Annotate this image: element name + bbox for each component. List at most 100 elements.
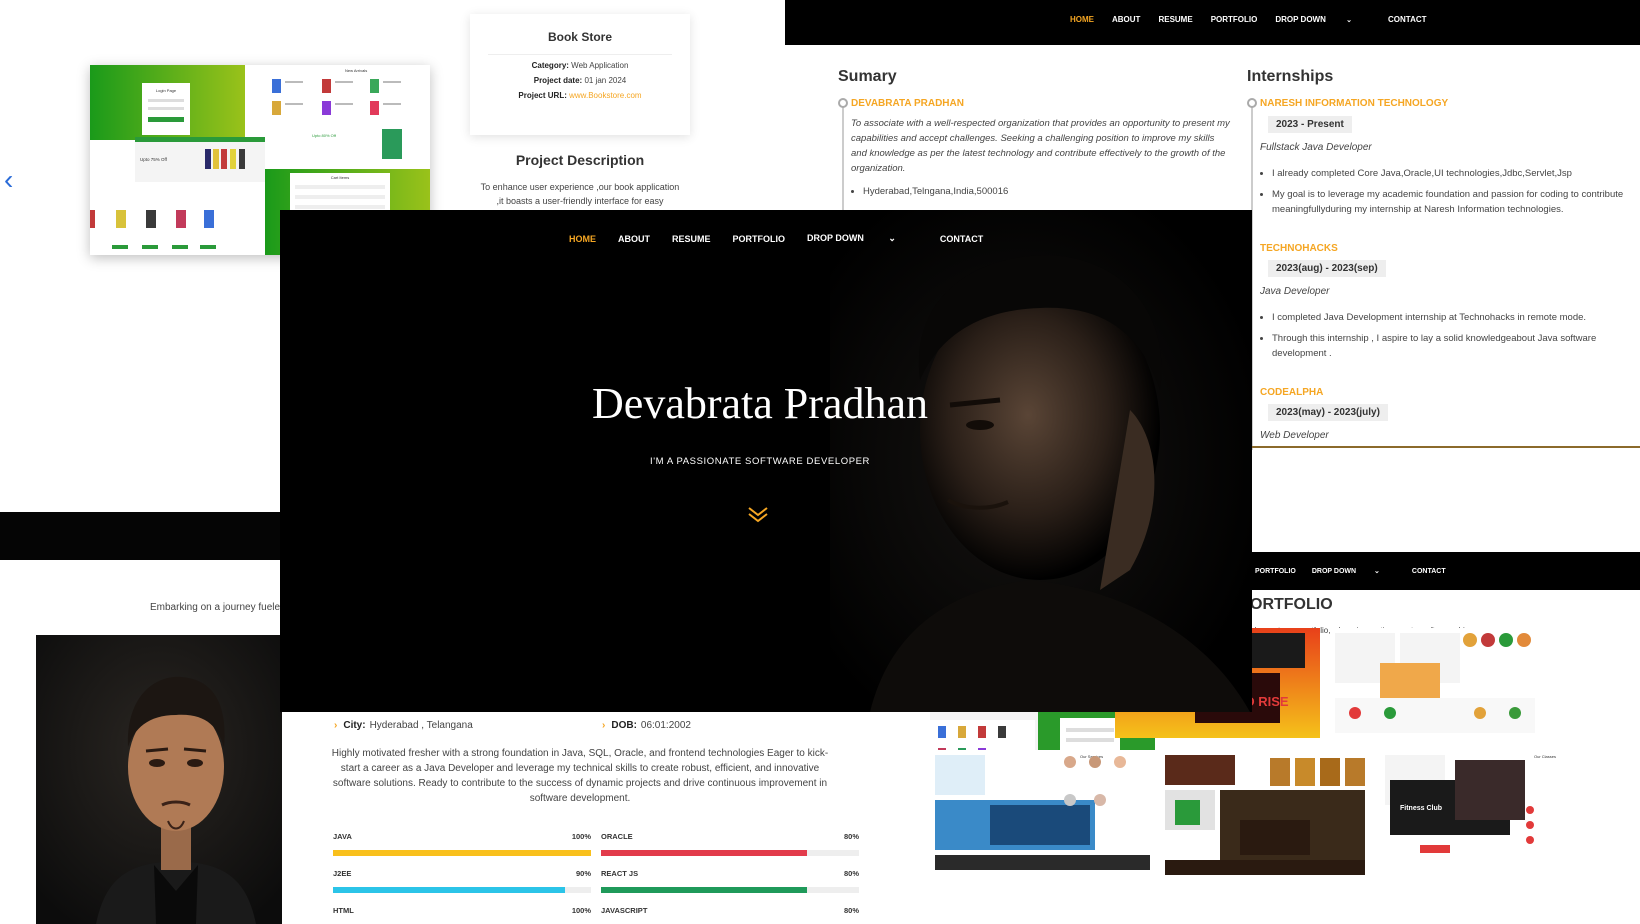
internships-timeline-dot bbox=[1247, 98, 1257, 108]
nav-dropdown-label: DROP DOWN bbox=[807, 233, 864, 243]
portfolio-title: ORTFOLIO bbox=[1250, 596, 1333, 613]
project-category: Category: Web Application bbox=[470, 61, 690, 70]
chevron-down-icon: ⌄ bbox=[1346, 17, 1352, 24]
nav-contact[interactable]: CONTACT bbox=[1388, 15, 1427, 24]
internship-period: 2023(aug) - 2023(sep) bbox=[1268, 260, 1386, 277]
skill-percent: 100% bbox=[571, 906, 591, 915]
internship-points: I already completed Core Java,Oracle,UI … bbox=[1260, 166, 1640, 223]
nav-dropdown[interactable]: DROP DOWN ⌄ bbox=[1312, 567, 1396, 575]
project-description-line-1: To enhance user experience ,our book app… bbox=[480, 182, 680, 192]
hero-nav-links: HOME ABOUT RESUME PORTFOLIO DROP DOWN ⌄ … bbox=[569, 233, 1005, 244]
nav-home[interactable]: HOME bbox=[1070, 15, 1094, 24]
nav-about[interactable]: ABOUT bbox=[1112, 15, 1140, 24]
portfolio-thumb-grocery[interactable] bbox=[1330, 628, 1540, 738]
summary-heading: Sumary bbox=[838, 68, 897, 85]
nav-home[interactable]: HOME bbox=[569, 234, 596, 244]
skill-fill bbox=[333, 850, 591, 856]
internship-org: CODEALPHA bbox=[1260, 387, 1324, 398]
internship-role: Fullstack Java Developer bbox=[1260, 142, 1372, 153]
resume-bottom-rule bbox=[1250, 446, 1640, 448]
resume-nav-links: HOME ABOUT RESUME PORTFOLIO DROP DOWN ⌄ … bbox=[1070, 15, 1445, 24]
internship-role: Web Developer bbox=[1260, 430, 1329, 441]
skill-j2ee: J2EE 90% bbox=[333, 869, 591, 893]
skill-javascript: JAVASCRIPT 80% bbox=[601, 906, 859, 915]
chevron-down-icon: ⌄ bbox=[1374, 568, 1380, 575]
skill-oracle: ORACLE 80% bbox=[601, 832, 859, 856]
skill-track bbox=[601, 850, 859, 856]
internship-period: 2023(may) - 2023(july) bbox=[1268, 404, 1388, 421]
nav-portfolio[interactable]: PORTFOLIO bbox=[1255, 568, 1296, 575]
internship-org: NARESH INFORMATION TECHNOLOGY bbox=[1260, 98, 1449, 109]
summary-address: Hyderabad,Telngana,India,500016 bbox=[863, 184, 1231, 199]
shot-cart: Cart Items bbox=[331, 175, 349, 180]
url-label: Project URL: bbox=[518, 91, 567, 100]
date-label: Project date: bbox=[533, 76, 583, 85]
nav-dropdown[interactable]: DROP DOWN ⌄ bbox=[1275, 15, 1370, 24]
dob-info: › DOB: 06:01:2002 bbox=[602, 720, 691, 731]
portfolio-thumb-charity[interactable] bbox=[1160, 750, 1370, 875]
internship-point: I completed Java Development internship … bbox=[1272, 310, 1640, 325]
summary-name: DEVABRATA PRADHAN bbox=[851, 98, 964, 109]
nav-resume[interactable]: RESUME bbox=[672, 234, 711, 244]
chevron-down-icon: ⌄ bbox=[888, 233, 896, 243]
hero-panel: HOME ABOUT RESUME PORTFOLIO DROP DOWN ⌄ … bbox=[280, 210, 1252, 712]
skill-track bbox=[601, 887, 859, 893]
skill-percent: 80% bbox=[843, 832, 859, 841]
skill-html: HTML 100% bbox=[333, 906, 591, 915]
double-chevron-down-icon[interactable] bbox=[746, 506, 770, 524]
portfolio-thumb-hospital[interactable]: Our Services bbox=[930, 750, 1155, 875]
summary-text: To associate with a well-respected organ… bbox=[851, 118, 1230, 174]
portfolio-thumb-fitness[interactable]: Fitness Club Our Classes bbox=[1380, 750, 1585, 875]
skill-name: JAVA bbox=[333, 832, 352, 841]
hero-tagline: I'M A PASSIONATE SOFTWARE DEVELOPER bbox=[649, 456, 871, 467]
skill-percent: 100% bbox=[571, 832, 591, 841]
category-label: Category: bbox=[531, 61, 569, 70]
city-value: Hyderabad , Telangana bbox=[369, 720, 473, 731]
project-date: Project date: 01 jan 2024 bbox=[470, 76, 690, 85]
project-url: Project URL: www.Bookstore.com bbox=[470, 91, 690, 100]
about-panel: › City: Hyderabad , Telangana › DOB: 06:01:2… bbox=[310, 708, 885, 924]
skill-fill bbox=[601, 887, 808, 893]
project-info-card: Book Store Category: Web Application Pro… bbox=[470, 14, 690, 135]
shot-arrivals: New Arrivals bbox=[345, 68, 367, 73]
nav-portfolio[interactable]: PORTFOLIO bbox=[733, 234, 786, 244]
skill-percent: 80% bbox=[843, 906, 859, 915]
summary-details: Hyderabad,Telngana,India,500016 bbox=[851, 184, 1231, 205]
nav-dropdown[interactable]: DROP DOWN ⌄ bbox=[807, 233, 918, 244]
internship-point: My goal is to leverage my academic found… bbox=[1272, 187, 1640, 217]
summary-timeline-line bbox=[842, 104, 844, 214]
skill-reactjs: REACT JS 80% bbox=[601, 869, 859, 893]
skill-java: JAVA 100% bbox=[333, 832, 591, 856]
skill-name: ORACLE bbox=[601, 832, 633, 841]
project-title: Book Store bbox=[488, 30, 672, 55]
nav-portfolio[interactable]: PORTFOLIO bbox=[1211, 15, 1258, 24]
nav-contact[interactable]: CONTACT bbox=[940, 234, 983, 244]
internship-point: Through this internship , I aspire to la… bbox=[1272, 331, 1640, 361]
nav-dropdown-label: DROP DOWN bbox=[1311, 568, 1357, 575]
project-url-link[interactable]: www.Bookstore.com bbox=[569, 91, 641, 100]
resume-navbar: HOME ABOUT RESUME PORTFOLIO DROP DOWN ⌄ … bbox=[785, 0, 1640, 45]
internship-point: I already completed Core Java,Oracle,UI … bbox=[1272, 166, 1640, 181]
skill-name: JAVASCRIPT bbox=[601, 906, 648, 915]
nav-about[interactable]: ABOUT bbox=[618, 234, 650, 244]
project-description-text: To enhance user experience ,our book app… bbox=[470, 180, 690, 208]
internship-org: TECHNOHACKS bbox=[1260, 243, 1338, 254]
internship-period: 2023 - Present bbox=[1268, 116, 1352, 133]
hero-name: Devabrata Pradhan bbox=[592, 379, 928, 428]
chevron-right-icon: › bbox=[334, 720, 338, 731]
shot-offer2: Upto 80% Off bbox=[312, 133, 337, 138]
shot-login-title: Login Page bbox=[156, 88, 177, 93]
chevron-left-icon[interactable]: ‹ bbox=[4, 166, 13, 194]
chevron-right-icon: › bbox=[602, 720, 606, 731]
profile-photo bbox=[36, 635, 282, 924]
dark-strip bbox=[0, 512, 290, 560]
date-value: 01 jan 2024 bbox=[584, 76, 627, 85]
city-label: City: bbox=[343, 720, 366, 731]
skill-name: REACT JS bbox=[601, 869, 639, 878]
dob-label: DOB: bbox=[611, 720, 637, 731]
skill-percent: 80% bbox=[843, 869, 859, 878]
nav-resume[interactable]: RESUME bbox=[1158, 15, 1192, 24]
classes-label: Our Classes bbox=[1534, 754, 1556, 759]
skill-name: J2EE bbox=[333, 869, 352, 878]
nav-contact[interactable]: CONTACT bbox=[1412, 568, 1446, 575]
